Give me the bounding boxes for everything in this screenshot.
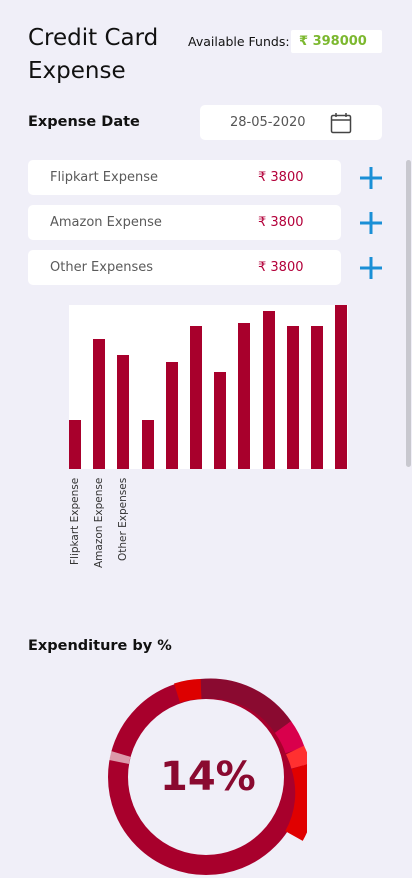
expense-date-label: Expense Date: [28, 114, 140, 130]
chart-bar: [311, 326, 323, 469]
expense-amount: ₹ 3800: [258, 170, 304, 185]
chart-bar: [142, 420, 154, 469]
chart-bar: [69, 420, 81, 469]
expense-name: Other Expenses: [50, 260, 153, 275]
add-flipkart-expense-plus-icon[interactable]: [359, 166, 383, 190]
chart-bar: [166, 362, 178, 469]
expense-name: Flipkart Expense: [50, 170, 158, 185]
chart-bar: [263, 311, 275, 469]
donut-gap: [109, 751, 131, 765]
chart-bar: [190, 326, 202, 469]
available-funds-value: ₹ 398000: [291, 30, 382, 53]
expense-row-amazon[interactable]: Amazon Expense ₹ 3800: [28, 205, 341, 240]
x-tick-label: Flipkart Expense: [69, 477, 81, 565]
chart-bar: [117, 355, 129, 469]
chart-bar: [214, 372, 226, 469]
page-title: Credit Card Expense: [28, 25, 159, 84]
add-amazon-expense-plus-icon[interactable]: [359, 211, 383, 235]
x-tick-label: Amazon Expense: [93, 477, 105, 568]
chart-bar: [287, 326, 299, 469]
expense-row-other[interactable]: Other Expenses ₹ 3800: [28, 250, 341, 285]
expenditure-section-title: Expenditure by %: [28, 638, 172, 654]
chart-bar: [93, 339, 105, 469]
donut-segment: [285, 764, 307, 841]
expense-amount: ₹ 3800: [258, 260, 304, 275]
expense-bar-chart: [69, 305, 348, 469]
chart-bar: [335, 305, 347, 469]
expense-date-picker[interactable]: 28-05-2020: [200, 105, 382, 140]
donut-segment: [174, 679, 202, 703]
donut-segment: [285, 745, 307, 769]
scrollbar-thumb[interactable]: [406, 160, 411, 467]
expense-date-value: 28-05-2020: [230, 115, 306, 130]
expense-row-flipkart[interactable]: Flipkart Expense ₹ 3800: [28, 160, 341, 195]
donut-segment: [274, 721, 305, 754]
x-tick-label: Other Expenses: [117, 477, 129, 561]
expense-amount: ₹ 3800: [258, 215, 304, 230]
add-other-expense-plus-icon[interactable]: [359, 256, 383, 280]
chart-bar: [238, 323, 250, 469]
calendar-icon[interactable]: [330, 112, 352, 134]
expense-name: Amazon Expense: [50, 215, 162, 230]
expenditure-percentage: 14%: [160, 754, 256, 800]
available-funds-label: Available Funds:: [188, 34, 290, 49]
